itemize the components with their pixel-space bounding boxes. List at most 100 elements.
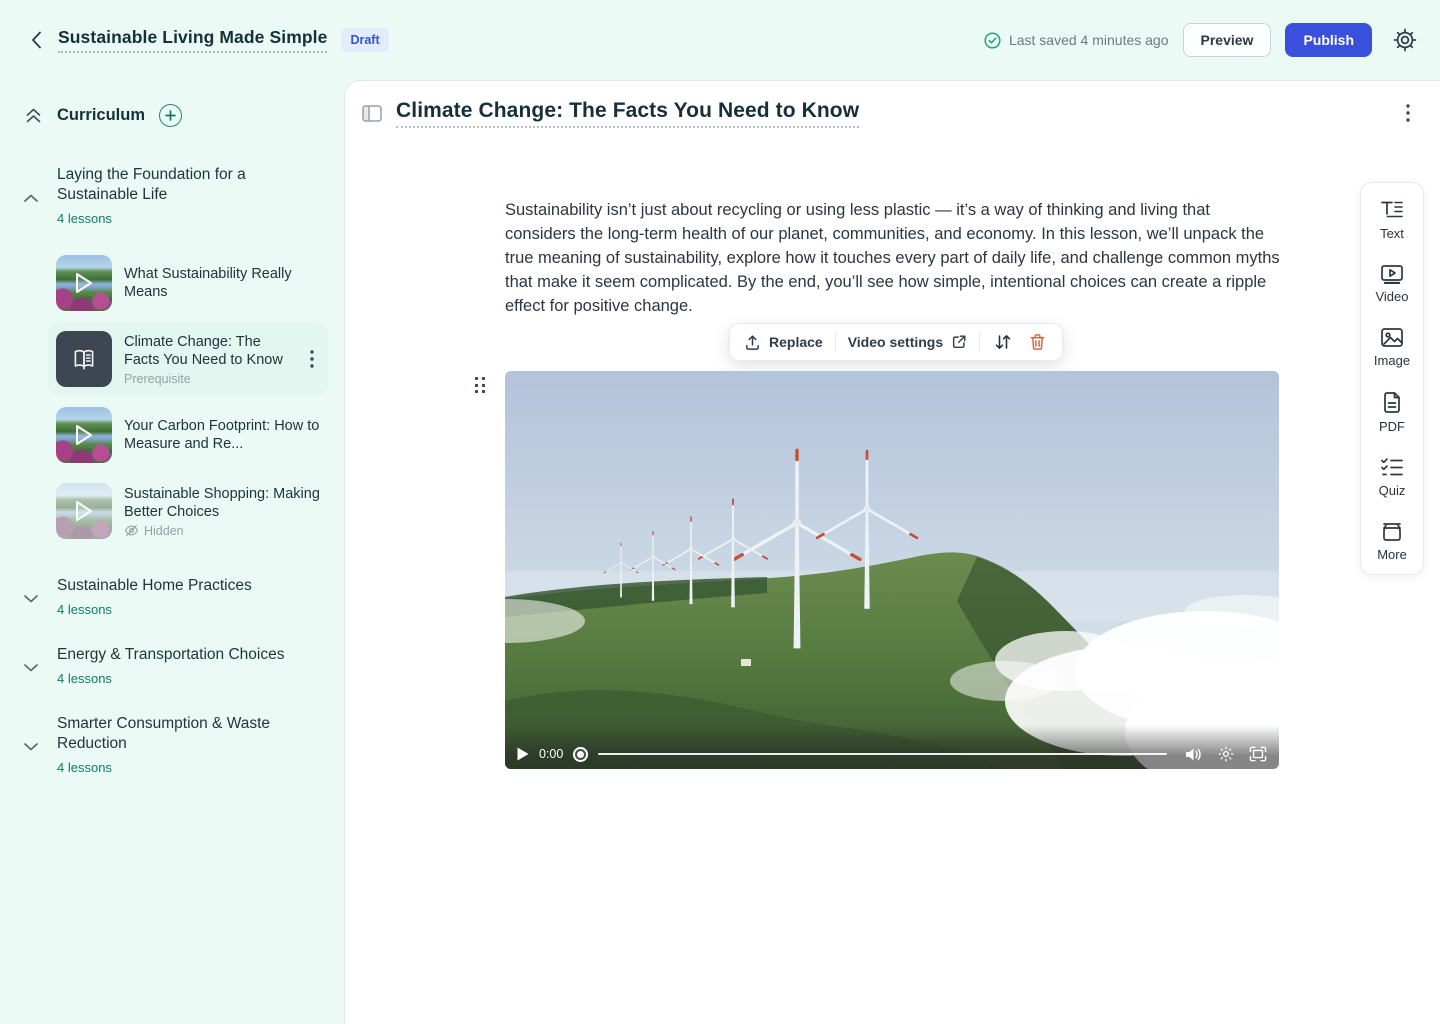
lesson-list: What Sustainability Really Means [48,246,328,548]
last-saved-text: Last saved 4 minutes ago [1009,32,1169,48]
section-header-foundation[interactable]: Laying the Foundation for a Sustainable … [0,165,344,226]
lesson-reading-tile [56,331,112,387]
lesson-options-button[interactable] [304,348,320,370]
lesson-badge: Prerequisite [124,372,292,386]
chevron-up-icon [24,194,38,202]
panel-toggle-icon[interactable] [362,105,382,122]
tool-more[interactable]: More [1361,521,1423,562]
lesson-options-button[interactable] [1400,102,1416,124]
lesson-video-thumbnail [56,407,112,463]
section-lesson-count: 4 lessons [57,602,320,617]
lesson-video-thumbnail [56,255,112,311]
gear-icon [1392,27,1418,53]
lesson-video-thumbnail [56,483,112,539]
video-settings-label: Video settings [848,334,943,350]
section-title: Smarter Consumption & Waste Reduction [57,714,287,754]
toolbar-divider [979,332,980,352]
volume-icon[interactable] [1185,747,1203,762]
tool-label: Text [1380,226,1404,241]
trash-icon [1029,333,1046,351]
video-current-time: 0:00 [539,747,563,761]
add-curriculum-button[interactable] [159,104,182,127]
section-header-energy-transportation[interactable]: Energy & Transportation Choices 4 lesson… [0,645,344,686]
tool-quiz[interactable]: Quiz [1361,457,1423,498]
eye-off-icon [124,524,139,537]
move-block-button[interactable] [992,333,1014,351]
video-settings-button[interactable]: Video settings [848,334,967,350]
kebab-menu-icon [1406,104,1410,122]
settings-button[interactable] [1392,27,1418,53]
section-lesson-count: 4 lessons [57,211,320,226]
lesson-title: What Sustainability Really Means [124,265,320,301]
curriculum-section: Smarter Consumption & Waste Reduction 4 … [0,714,344,775]
play-icon [74,424,94,446]
save-status: Last saved 4 minutes ago [984,32,1169,49]
section-header-smarter-consumption[interactable]: Smarter Consumption & Waste Reduction 4 … [0,714,344,775]
tool-pdf[interactable]: PDF [1361,391,1423,434]
preview-button[interactable]: Preview [1183,23,1272,57]
plus-icon [165,110,176,121]
chevron-left-icon [31,31,42,49]
upload-icon [744,334,761,351]
lesson-badge: Hidden [144,524,184,538]
publish-button[interactable]: Publish [1285,23,1372,57]
tool-image[interactable]: Image [1361,327,1423,368]
tool-label: Video [1375,289,1408,304]
text-icon [1380,199,1404,221]
section-title: Energy & Transportation Choices [57,645,287,665]
lesson-row-climate-change[interactable]: Climate Change: The Facts You Need to Kn… [48,322,328,396]
chevron-down-icon [24,743,38,751]
play-icon [74,500,94,522]
curriculum-title: Curriculum [57,106,145,125]
course-title[interactable]: Sustainable Living Made Simple [58,27,327,53]
lesson-row-sustainable-shopping[interactable]: Sustainable Shopping: Making Better Choi… [48,474,328,548]
insert-tools-panel: Text Video Image [1360,182,1424,575]
app-header: Sustainable Living Made Simple Draft Las… [0,0,1440,80]
replace-label: Replace [769,334,823,350]
check-circle-icon [984,32,1001,49]
open-book-icon [71,347,97,371]
chevron-down-icon [24,595,38,603]
curriculum-section: Sustainable Home Practices 4 lessons [0,576,344,617]
curriculum-sidebar: Curriculum Laying the Foundation for a S… [0,80,344,1024]
curriculum-header: Curriculum [0,104,344,127]
chevron-down-icon [24,664,38,672]
section-title: Laying the Foundation for a Sustainable … [57,165,287,205]
curriculum-section: Energy & Transportation Choices 4 lesson… [0,645,344,686]
seek-track[interactable] [598,753,1167,756]
lesson-row-carbon-footprint[interactable]: Your Carbon Footprint: How to Measure an… [48,398,328,472]
tool-text[interactable]: Text [1361,199,1423,241]
lesson-row-what-sustainability[interactable]: What Sustainability Really Means [48,246,328,320]
lesson-title-heading[interactable]: Climate Change: The Facts You Need to Kn… [396,99,859,128]
replace-button[interactable]: Replace [744,334,823,351]
toolbar-divider [835,332,836,352]
play-button[interactable] [517,747,529,761]
pdf-document-icon [1382,391,1402,414]
block-drag-handle[interactable] [475,377,487,393]
video-settings-gear-icon[interactable] [1218,746,1234,762]
back-button[interactable] [22,26,50,54]
lesson-header-row: Climate Change: The Facts You Need to Kn… [362,98,1416,128]
lesson-title: Your Carbon Footprint: How to Measure an… [124,417,320,453]
section-lesson-count: 4 lessons [57,671,320,686]
section-header-home-practices[interactable]: Sustainable Home Practices 4 lessons [0,576,344,617]
video-controls-bar: 0:00 [505,725,1279,769]
seek-knob[interactable] [573,747,588,762]
video-icon [1380,264,1404,284]
tool-video[interactable]: Video [1361,264,1423,304]
tool-label: Quiz [1379,483,1406,498]
lesson-editor-panel: Climate Change: The Facts You Need to Kn… [344,80,1440,1024]
video-frame-wind-turbines [505,371,1279,769]
curriculum-section: Laying the Foundation for a Sustainable … [0,165,344,548]
collapse-all-icon[interactable] [24,107,43,124]
sort-arrows-icon [994,333,1012,351]
section-title: Sustainable Home Practices [57,576,287,596]
more-archive-icon [1380,521,1404,542]
fullscreen-icon[interactable] [1249,746,1267,762]
delete-block-button[interactable] [1026,333,1048,351]
lesson-body-text[interactable]: Sustainability isn’t just about recyclin… [505,198,1283,318]
kebab-menu-icon [310,350,314,368]
section-lesson-count: 4 lessons [57,760,320,775]
video-block[interactable]: 0:00 [505,371,1279,769]
tool-label: Image [1374,353,1410,368]
